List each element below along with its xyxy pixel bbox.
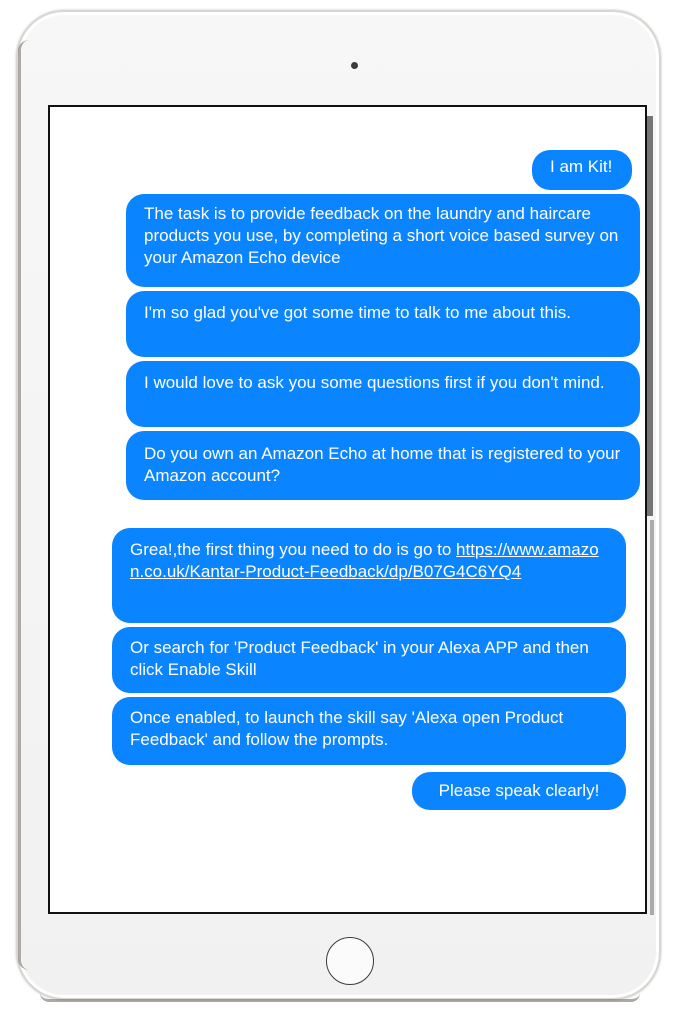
chat-message-text: The task is to provide feedback on the l… xyxy=(144,204,619,267)
home-button[interactable] xyxy=(326,937,374,985)
chat-message-8: Once enabled, to launch the skill say 'A… xyxy=(112,697,626,765)
device-edge-left xyxy=(18,40,29,970)
screen-side-shadow-lower xyxy=(650,520,654,915)
screen-side-shadow xyxy=(647,116,653,516)
chat-message-3: I'm so glad you've got some time to talk… xyxy=(126,291,640,357)
chat-message-9: Please speak clearly! xyxy=(412,772,626,810)
chat-message-6: Grea!,the first thing you need to do is … xyxy=(112,528,626,623)
chat-message-1: I am Kit! xyxy=(532,150,632,190)
chat-message-text: Please speak clearly! xyxy=(438,781,600,800)
chat-message-text: Do you own an Amazon Echo at home that i… xyxy=(144,444,621,485)
chat-message-text: Once enabled, to launch the skill say 'A… xyxy=(130,708,564,749)
chat-message-7: Or search for 'Product Feedback' in your… xyxy=(112,627,626,693)
chat-message-text: I would love to ask you some questions f… xyxy=(144,373,605,392)
front-camera-icon xyxy=(351,62,358,69)
device-edge-bottom xyxy=(40,993,640,1002)
chat-message-4: I would love to ask you some questions f… xyxy=(126,361,640,427)
chat-screen: I am Kit! The task is to provide feedbac… xyxy=(48,105,647,914)
chat-message-5: Do you own an Amazon Echo at home that i… xyxy=(126,431,640,500)
chat-message-text: Or search for 'Product Feedback' in your… xyxy=(130,638,589,679)
chat-message-text: I'm so glad you've got some time to talk… xyxy=(144,303,571,322)
chat-message-text: Grea!,the first thing you need to do is … xyxy=(130,540,457,559)
chat-message-text: I am Kit! xyxy=(550,157,613,176)
chat-message-2: The task is to provide feedback on the l… xyxy=(126,194,640,287)
